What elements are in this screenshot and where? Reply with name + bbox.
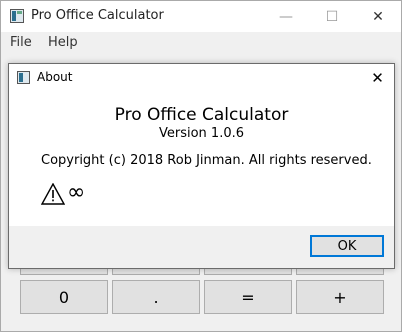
calculator-row-bottom: 0 . = + xyxy=(20,280,384,314)
copyright-label: Copyright (c) 2018 Rob Jinman. All right… xyxy=(41,153,372,168)
version-label: Version 1.0.6 xyxy=(158,126,244,141)
calc-button-plus[interactable]: + xyxy=(296,280,384,314)
window-title: Pro Office Calculator xyxy=(31,8,164,23)
ok-button[interactable]: OK xyxy=(310,235,384,257)
maximize-button[interactable]: ☐ xyxy=(309,1,355,32)
about-dialog-body: Pro Office Calculator Version 1.0.6 Copy… xyxy=(9,92,394,226)
about-dialog-title-bar[interactable]: About ✕ xyxy=(9,64,394,92)
warning-icon xyxy=(41,183,65,205)
calc-button-decimal[interactable]: . xyxy=(112,280,200,314)
about-dialog-title: About xyxy=(37,70,73,84)
menu-file[interactable]: File xyxy=(10,35,32,50)
app-icon xyxy=(10,9,24,23)
calc-button-zero[interactable]: 0 xyxy=(20,280,108,314)
calc-button-equals[interactable]: = xyxy=(204,280,292,314)
title-bar[interactable]: Pro Office Calculator — ☐ ✕ xyxy=(1,1,401,32)
menu-help[interactable]: Help xyxy=(48,35,78,50)
menu-bar: File Help xyxy=(1,32,401,54)
infinity-icon: ∞ xyxy=(67,180,86,205)
app-name: Pro Office Calculator xyxy=(114,105,289,125)
about-dialog: About ✕ Pro Office Calculator Version 1.… xyxy=(8,63,395,269)
minimize-button[interactable]: — xyxy=(263,1,309,32)
app-icon xyxy=(17,71,30,84)
close-button[interactable]: ✕ xyxy=(355,1,401,32)
about-dialog-close-button[interactable]: ✕ xyxy=(361,64,394,92)
